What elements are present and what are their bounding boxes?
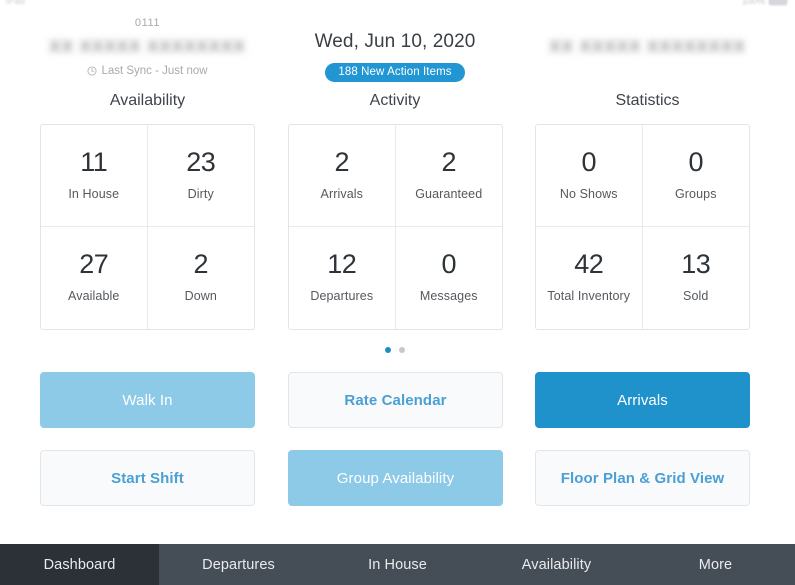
start-shift-button[interactable]: Start Shift (40, 450, 255, 506)
metric-value: 42 (574, 249, 604, 279)
metric-cell[interactable]: 0 Groups (642, 125, 749, 227)
metric-cell[interactable]: 2 Guaranteed (395, 125, 502, 227)
metric-value: 23 (186, 146, 216, 177)
current-date-label: Wed, Jun 10, 2020 (314, 31, 476, 52)
tab-availability[interactable]: Availability (477, 544, 636, 585)
tab-in-house[interactable]: In House (318, 544, 477, 585)
section-title-statistics: Statistics (615, 92, 680, 109)
section-titles: Availability Activity Statistics (0, 92, 795, 116)
system-status-bar: iPad 100% (0, 0, 795, 7)
metric-label: Groups (674, 186, 717, 201)
metric-cell[interactable]: 42 Total Inventory (536, 227, 643, 329)
metric-value: 0 (581, 146, 597, 177)
metric-value: 0 (688, 146, 704, 177)
tab-dashboard[interactable]: Dashboard (0, 544, 159, 585)
last-sync-status: Last Sync - Just now (20, 65, 275, 77)
tab-departures[interactable]: Departures (159, 544, 318, 585)
rate-calendar-button[interactable]: Rate Calendar (288, 372, 503, 428)
metric-cell[interactable]: 11 In House (41, 125, 148, 227)
battery-icon (769, 0, 787, 5)
section-title-availability: Availability (109, 92, 186, 109)
metric-label: Available (68, 289, 120, 303)
carousel-pagination[interactable] (272, 347, 518, 353)
tab-more[interactable]: More (636, 544, 795, 585)
metric-value: 2 (441, 146, 457, 177)
floor-plan-grid-view-button[interactable]: Floor Plan & Grid View (535, 450, 750, 506)
metric-value: 27 (79, 249, 109, 279)
metric-cell[interactable]: 13 Sold (643, 227, 750, 329)
metric-label: Messages (419, 289, 478, 303)
battery-percent-label: 100% (741, 0, 765, 6)
section-title-activity: Activity (369, 92, 421, 109)
metric-value: 11 (80, 146, 108, 177)
system-status-right: 100% (742, 0, 787, 6)
dashboard-header: 0111 XX XXXXX XXXXXXXX Last Sync - Just … (0, 7, 795, 89)
metric-label: Dirty (187, 186, 214, 201)
header-date-center: Wed, Jun 10, 2020 188 New Action Items (272, 7, 518, 82)
metric-cell[interactable]: 2 Arrivals (289, 125, 396, 227)
metric-value: 12 (327, 249, 357, 279)
walk-in-button[interactable]: Walk In (40, 372, 255, 428)
property-code-right-spacer (520, 17, 775, 30)
metric-value: 0 (441, 249, 457, 279)
metric-label: No Shows (559, 186, 618, 201)
availability-card: 11 In House 23 Dirty 27 Available 2 Down (40, 124, 255, 330)
metric-label: Arrivals (320, 186, 363, 201)
bottom-tab-bar: Dashboard Departures In House Availabili… (0, 544, 795, 585)
header-property-left: 0111 XX XXXXX XXXXXXXX Last Sync - Just … (20, 7, 275, 77)
activity-card: 2 Arrivals 2 Guaranteed 12 Departures 0 … (288, 124, 503, 330)
metric-value: 2 (334, 146, 350, 177)
metric-cell[interactable]: 2 Down (148, 227, 255, 329)
metric-cards: 11 In House 23 Dirty 27 Available 2 Down… (0, 124, 795, 332)
clock-icon (87, 66, 97, 76)
property-name-right-text: XX XXXXX XXXXXXXX (549, 37, 746, 56)
action-items-badge-wrap: 188 New Action Items (272, 53, 518, 82)
metric-value: 2 (193, 249, 209, 279)
header-property-right: XX XXXXX XXXXXXXX (520, 7, 775, 58)
arrivals-button[interactable]: Arrivals (535, 372, 750, 428)
property-name-right: XX XXXXX XXXXXXXX (520, 36, 775, 58)
action-items-badge[interactable]: 188 New Action Items (325, 63, 465, 82)
metric-label: Down (184, 289, 217, 303)
metric-label: Sold (683, 289, 709, 303)
property-name-left-text: XX XXXXX XXXXXXXX (49, 37, 246, 56)
metric-label: Total Inventory (547, 289, 631, 303)
metric-value: 13 (681, 249, 711, 279)
property-name-left: XX XXXXX XXXXXXXX (20, 36, 275, 58)
metric-label: Departures (310, 289, 374, 303)
last-sync-label: Last Sync - Just now (101, 65, 208, 77)
group-availability-button[interactable]: Group Availability (288, 450, 503, 506)
metric-label: Guaranteed (415, 186, 483, 201)
metric-cell[interactable]: 0 Messages (396, 227, 503, 329)
pagination-dot-1[interactable] (385, 347, 391, 353)
statistics-card: 0 No Shows 0 Groups 42 Total Inventory 1… (535, 124, 750, 330)
metric-cell[interactable]: 27 Available (41, 227, 148, 329)
metric-cell[interactable]: 23 Dirty (147, 125, 254, 227)
metric-cell[interactable]: 0 No Shows (536, 125, 643, 227)
metric-label: In House (68, 186, 120, 201)
system-carrier-label: iPad (6, 0, 26, 6)
pagination-dot-2[interactable] (399, 347, 405, 353)
quick-actions: Walk In Rate Calendar Arrivals Start Shi… (0, 370, 795, 510)
metric-cell[interactable]: 12 Departures (289, 227, 396, 329)
property-code-label: 0111 (134, 17, 161, 29)
